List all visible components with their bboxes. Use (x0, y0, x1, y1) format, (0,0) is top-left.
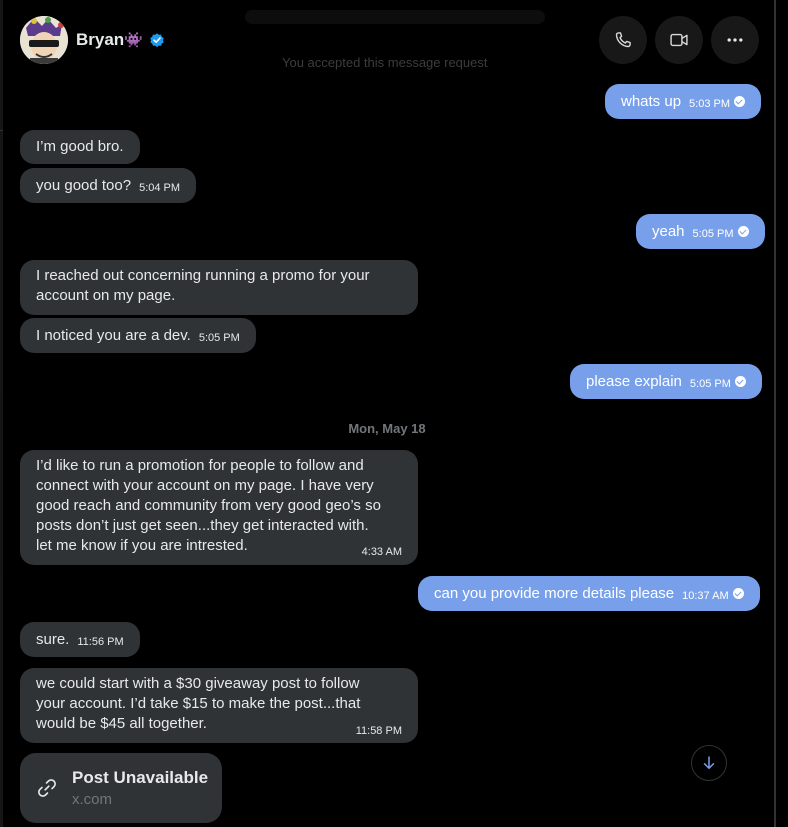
message-text: sure. (36, 630, 70, 648)
message-timestamp: 4:33 AM (361, 546, 402, 558)
message-text: please explain (586, 372, 682, 390)
link-domain: x.com (72, 791, 113, 808)
read-receipt-icon (734, 96, 746, 107)
message-text: whats up (621, 92, 682, 110)
message-line: we could start with a $30 giveaway post … (36, 675, 360, 692)
message-bubble-incoming[interactable]: I reached out concerning running a promo… (20, 260, 418, 315)
message-bubble-incoming[interactable]: sure. 11:56 PM (20, 622, 140, 657)
message-timestamp: 5:05 PM (198, 331, 240, 344)
message-timestamp: 5:04 PM (139, 181, 181, 194)
arrow-down-icon (703, 756, 715, 769)
message-bubble-incoming[interactable]: we could start with a $30 giveaway post … (20, 668, 418, 743)
read-receipt-icon (737, 226, 749, 237)
message-timestamp: 11:56 PM (77, 635, 124, 648)
message-text: you good too? (36, 176, 132, 194)
avatar-image (20, 16, 68, 64)
phone-icon (615, 32, 631, 48)
verified-badge-icon (150, 33, 164, 48)
message-bubble-incoming[interactable]: I’m good bro. (20, 130, 140, 164)
more-options-button[interactable] (711, 16, 759, 64)
link-title: Post Unavailable (72, 768, 209, 787)
scroll-to-bottom-button[interactable] (691, 745, 727, 781)
message-line: I’d like to run a promotion for people t… (36, 457, 364, 474)
message-timestamp: 10:37 AM (682, 589, 729, 602)
message-line: posts don’t just get seen...they get int… (36, 517, 369, 534)
message-text: I’m good bro. (36, 138, 124, 155)
message-line: let me know if you are intrested. (36, 537, 248, 554)
more-icon (727, 38, 743, 42)
message-bubble-incoming[interactable]: I noticed you are a dev. 5:05 PM (20, 318, 256, 353)
alien-monster-emoji: 👾 (124, 32, 143, 49)
message-text: I noticed you are a dev. (36, 326, 191, 344)
message-line: connect with your account on my page. I … (36, 477, 374, 494)
message-bubble-outgoing[interactable]: please explain 5:05 PM (570, 364, 762, 399)
message-bubble-outgoing[interactable]: yeah 5:05 PM (636, 214, 765, 249)
divider (0, 130, 3, 131)
message-line: would be $45 all together. (36, 715, 207, 732)
message-bubble-incoming[interactable]: I’d like to run a promotion for people t… (20, 450, 418, 565)
link-icon (38, 779, 56, 797)
message-bubble-incoming[interactable]: you good too? 5:04 PM (20, 168, 197, 203)
message-text: can you provide more details please (434, 584, 675, 602)
video-icon (670, 33, 688, 47)
message-line: your account. I’d take $15 to make the p… (36, 695, 361, 712)
conversation-header: Bryan 👾 You accepted this message reques… (0, 0, 774, 80)
message-line: good reach and community from very good … (36, 497, 381, 514)
avatar[interactable] (20, 16, 68, 64)
message-timestamp: 5:03 PM (689, 97, 731, 110)
video-call-button[interactable] (655, 16, 703, 64)
link-preview-card[interactable]: Post Unavailable x.com (20, 753, 222, 823)
contact-name[interactable]: Bryan (76, 30, 124, 50)
date-separator: Mon, May 18 (348, 421, 426, 436)
message-timestamp: 5:05 PM (689, 377, 731, 390)
read-receipt-icon (734, 376, 746, 387)
right-gutter (776, 0, 788, 827)
message-bubble-outgoing[interactable]: whats up 5:03 PM (605, 84, 762, 119)
read-receipt-icon (732, 588, 744, 599)
message-line: I reached out concerning running a promo… (36, 267, 370, 284)
message-timestamp: 11:58 PM (355, 725, 402, 737)
message-timestamp: 5:05 PM (692, 227, 734, 240)
message-text: yeah (652, 222, 685, 240)
request-accepted-notice: You accepted this message request (282, 55, 488, 70)
message-bubble-outgoing[interactable]: can you provide more details please 10:3… (418, 576, 760, 611)
call-button[interactable] (599, 16, 647, 64)
divider (0, 390, 2, 580)
message-line: account on my page. (36, 287, 176, 304)
faded-preview (245, 10, 545, 24)
